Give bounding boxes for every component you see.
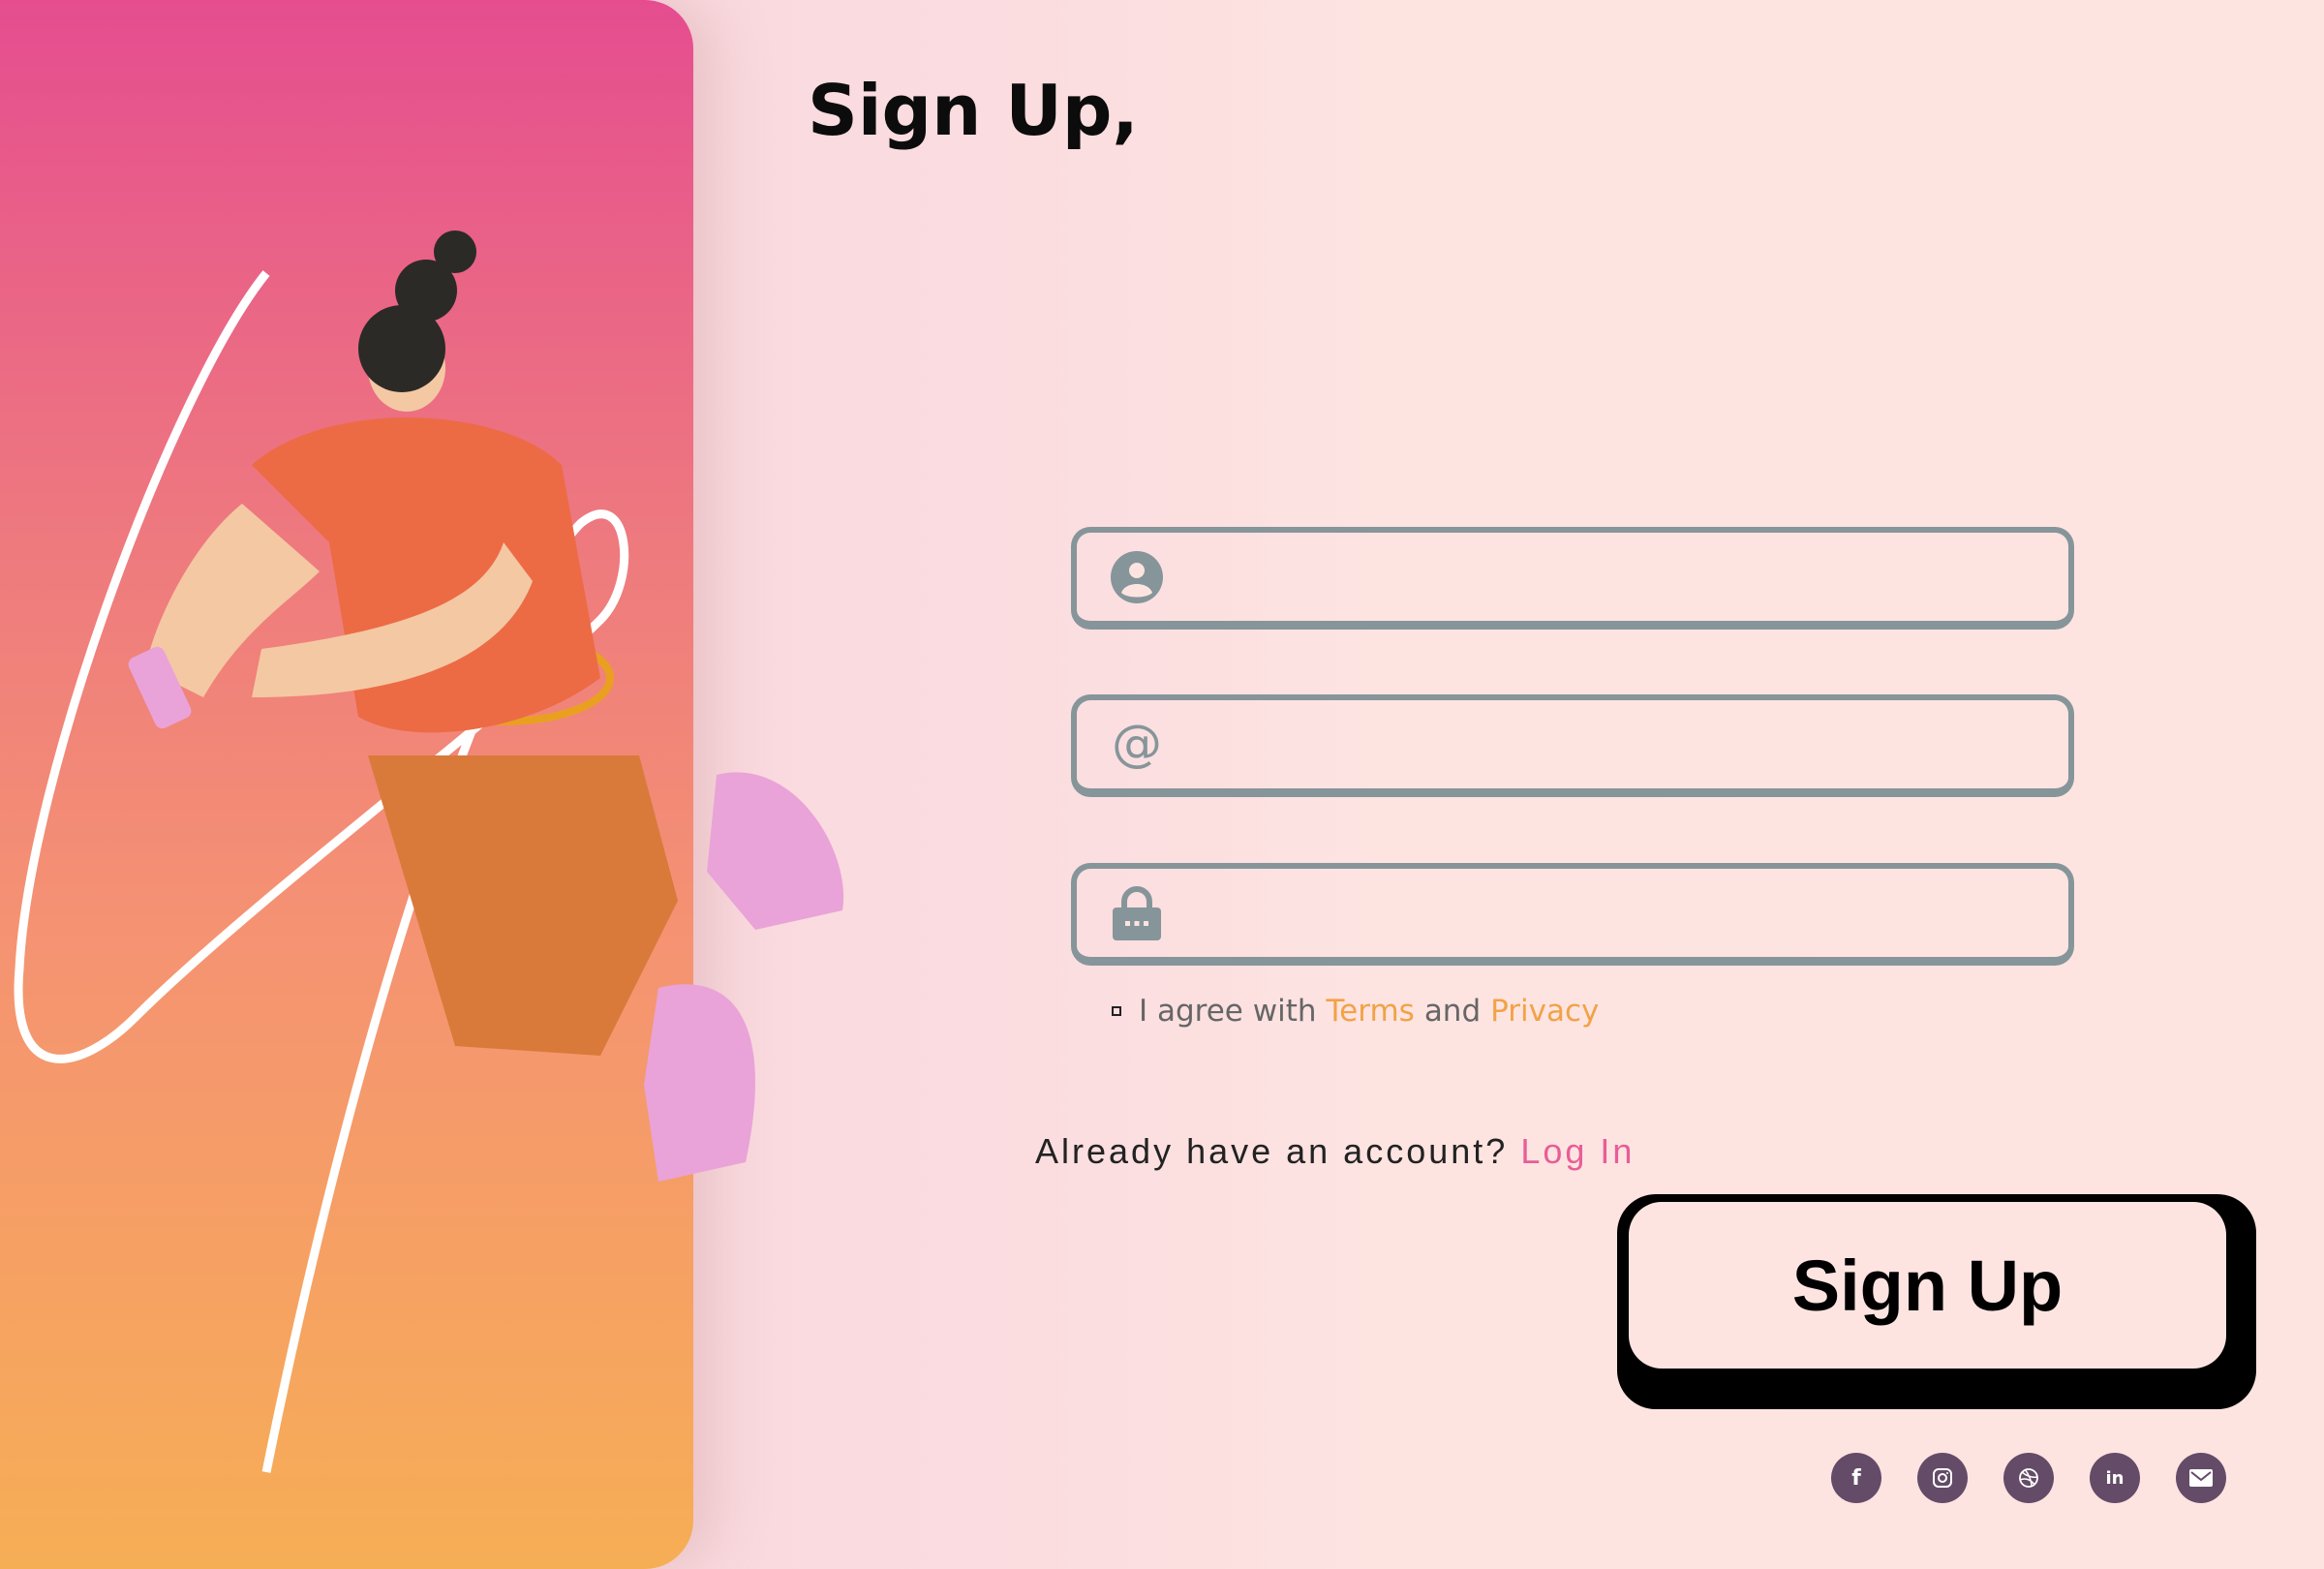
hair-bun — [434, 231, 476, 273]
terms-link[interactable]: Terms — [1327, 994, 1415, 1029]
at-icon: @ — [1112, 718, 1162, 772]
username-input[interactable] — [1187, 533, 2068, 621]
user-icon — [1111, 550, 1163, 603]
agree-checkbox[interactable] — [1112, 1006, 1121, 1016]
legs — [368, 755, 678, 1056]
username-field[interactable] — [1071, 527, 2074, 630]
instagram-icon — [1933, 1468, 1952, 1488]
privacy-link[interactable]: Privacy — [1490, 994, 1599, 1029]
agree-row: I agree with Terms and Privacy — [1112, 994, 1599, 1029]
and-text: and — [1423, 994, 1482, 1029]
lock-icon — [1113, 885, 1161, 940]
shoe — [707, 772, 844, 930]
illustration — [14, 231, 844, 1473]
facebook-icon: f — [1851, 1465, 1861, 1491]
linkedin-icon: in — [2105, 1467, 2125, 1489]
instagram-button[interactable] — [1917, 1453, 1968, 1503]
password-field[interactable] — [1071, 863, 2074, 966]
login-prompt-text: Already have an account? — [1035, 1131, 1509, 1171]
shoe — [644, 984, 755, 1182]
svg-text:@: @ — [1112, 718, 1162, 772]
email-input[interactable] — [1187, 700, 2068, 788]
agree-text: I agree with — [1139, 994, 1317, 1029]
linkedin-button[interactable]: in — [2090, 1453, 2140, 1503]
dribbble-icon — [2019, 1468, 2038, 1488]
password-input[interactable] — [1187, 869, 2068, 957]
dribbble-button[interactable] — [2003, 1453, 2054, 1503]
mail-icon — [2189, 1469, 2213, 1487]
facebook-button[interactable]: f — [1831, 1453, 1881, 1503]
page-title: Sign Up, — [808, 70, 1139, 151]
mail-button[interactable] — [2176, 1453, 2226, 1503]
login-link[interactable]: Log In — [1520, 1131, 1635, 1171]
social-links: f in — [1831, 1453, 2226, 1503]
email-field[interactable]: @ — [1071, 694, 2074, 797]
login-prompt: Already have an account? Log In — [1035, 1131, 1635, 1172]
sign-up-button-label: Sign Up — [1629, 1202, 2226, 1369]
sign-up-button[interactable]: Sign Up — [1617, 1194, 2256, 1409]
